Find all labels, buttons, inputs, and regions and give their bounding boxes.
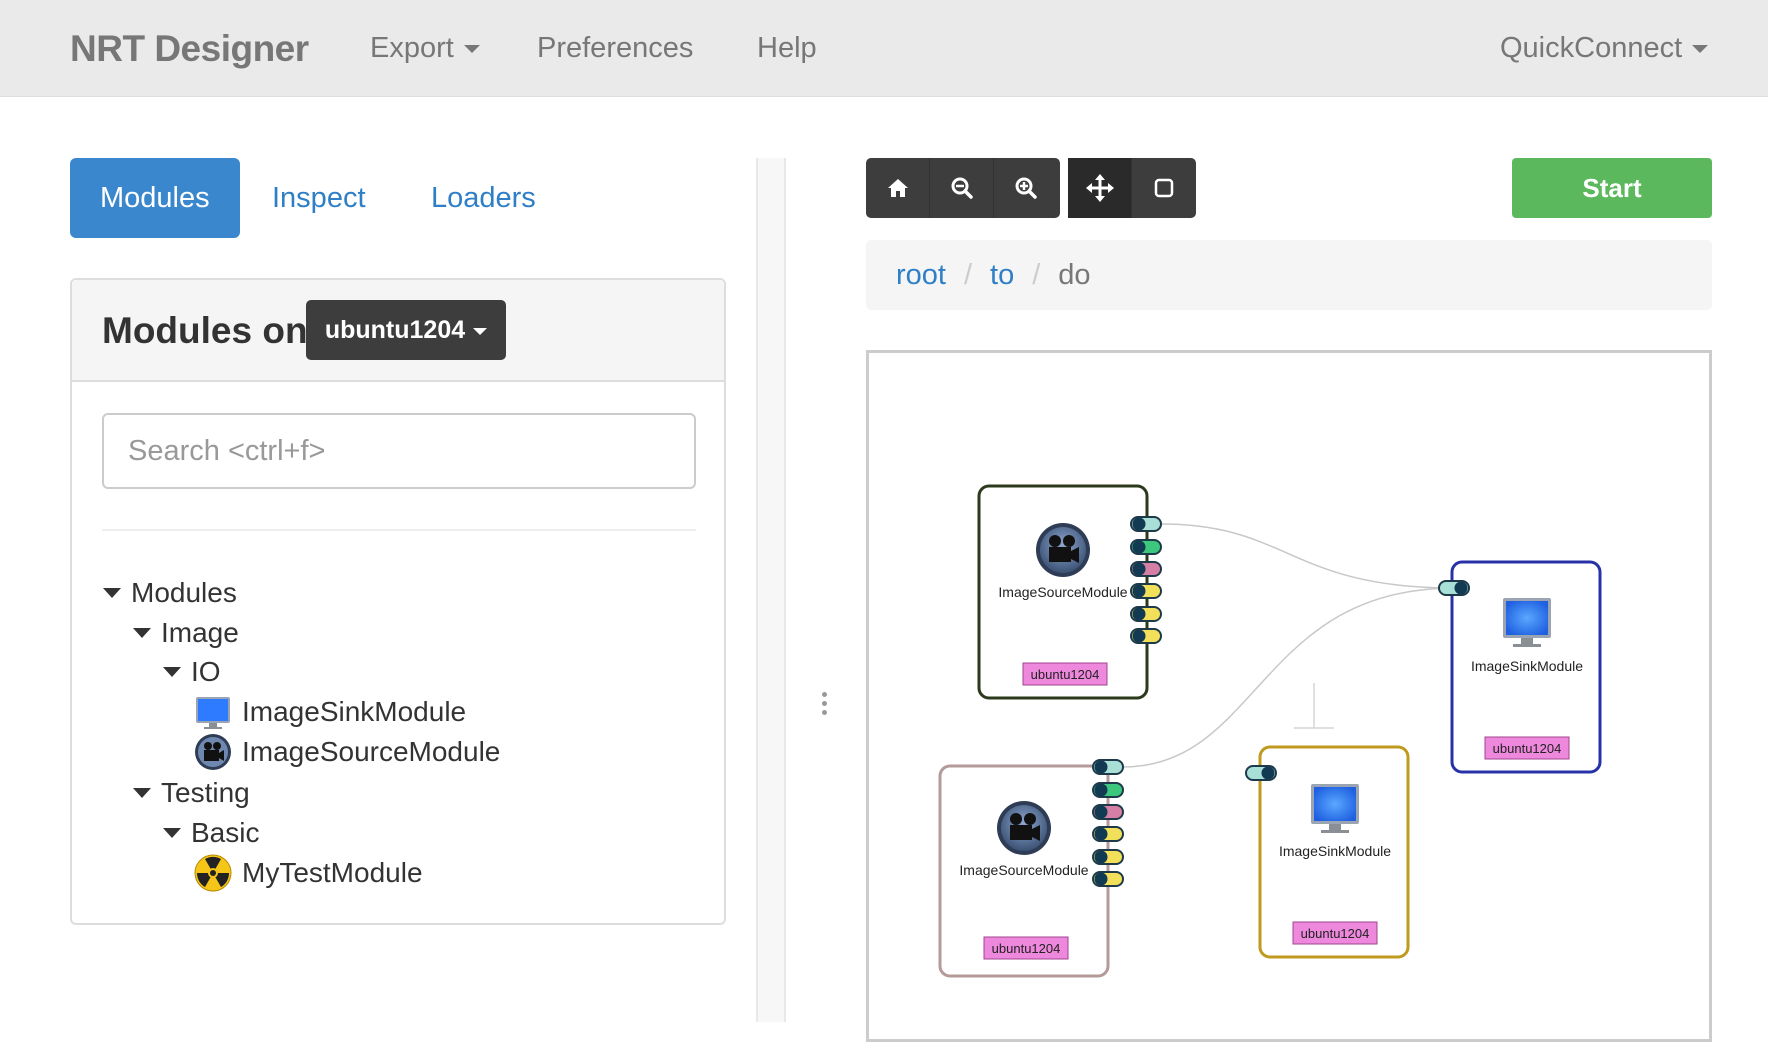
- move-icon: [1085, 174, 1114, 202]
- graph-node-image-source-2[interactable]: ImageSourceModule ubuntu1204: [938, 759, 1124, 978]
- chevron-down-icon: [1692, 45, 1709, 54]
- tab-modules[interactable]: Modules: [70, 158, 240, 238]
- graph-canvas[interactable]: ImageSourceModule ubuntu1204 ImageSource…: [866, 350, 1712, 1042]
- caret-down-icon[interactable]: [133, 628, 151, 638]
- move-mode-button[interactable]: [1068, 158, 1132, 218]
- tree-node-testing[interactable]: Testing: [133, 773, 250, 813]
- tree-label: Modules: [131, 577, 237, 608]
- caret-down-icon[interactable]: [133, 788, 151, 798]
- tree-node-modules[interactable]: Modules: [103, 573, 237, 613]
- tree-node-image[interactable]: Image: [133, 613, 239, 653]
- node-label: ImageSourceModule: [959, 862, 1088, 878]
- tree-leaf-my-test-module[interactable]: MyTestModule: [194, 853, 423, 893]
- node-label: ImageSinkModule: [1471, 658, 1583, 674]
- tree-label: Image: [161, 617, 239, 648]
- quickconnect-label: QuickConnect: [1500, 32, 1683, 64]
- breadcrumb-root-link[interactable]: root: [896, 259, 946, 292]
- tree-label: ImageSinkModule: [242, 696, 467, 727]
- export-label: Export: [370, 32, 454, 64]
- quickconnect-menu[interactable]: QuickConnect: [1500, 32, 1709, 65]
- help-link[interactable]: Help: [757, 32, 817, 65]
- vertical-splitter[interactable]: [756, 158, 786, 1022]
- breadcrumb: root / to / do: [866, 240, 1712, 310]
- modules-panel-heading: Modules on ubuntu1204: [72, 280, 724, 382]
- tree-node-io[interactable]: IO: [163, 652, 221, 692]
- connection-edge[interactable]: [1160, 523, 1455, 589]
- home-button[interactable]: [866, 158, 930, 218]
- caret-down-icon[interactable]: [103, 588, 121, 598]
- host-badge-label: ubuntu1204: [1301, 926, 1370, 941]
- navbar: NRT Designer Export Preferences Help Qui…: [0, 0, 1768, 97]
- home-icon: [887, 179, 908, 197]
- host-label: ubuntu1204: [324, 316, 466, 344]
- divider: [102, 529, 696, 531]
- preferences-link[interactable]: Preferences: [537, 32, 693, 65]
- zoom-out-icon: [951, 177, 973, 199]
- view-toolbar: [866, 158, 1060, 218]
- graph-svg: ImageSourceModule ubuntu1204 ImageSource…: [938, 484, 1602, 978]
- brand-title[interactable]: NRT Designer: [70, 28, 309, 70]
- zoom-in-button[interactable]: [994, 158, 1058, 218]
- modules-panel: Modules on ubuntu1204 Modules Image IO I…: [70, 278, 726, 925]
- zoom-in-icon: [1015, 177, 1037, 199]
- tree-leaf-image-source[interactable]: ImageSourceModule: [194, 732, 500, 772]
- mode-toolbar: [1068, 158, 1196, 218]
- tree-leaf-image-sink[interactable]: ImageSinkModule: [194, 692, 466, 732]
- tree-label: ImageSourceModule: [242, 736, 501, 767]
- node-label: ImageSinkModule: [1279, 843, 1391, 859]
- tree-label: IO: [191, 656, 221, 687]
- tree-node-basic[interactable]: Basic: [163, 813, 259, 853]
- host-badge-label: ubuntu1204: [1493, 741, 1562, 756]
- breadcrumb-current: do: [1058, 258, 1091, 291]
- input-port[interactable]: [1245, 765, 1277, 781]
- splitter-handle-icon[interactable]: [822, 692, 828, 719]
- export-menu[interactable]: Export: [370, 32, 480, 65]
- graph-node-image-source-1[interactable]: ImageSourceModule ubuntu1204: [977, 484, 1162, 700]
- caret-down-icon[interactable]: [163, 828, 181, 838]
- select-mode-button[interactable]: [1132, 158, 1196, 218]
- connection-edge[interactable]: [1122, 587, 1455, 768]
- camera-icon: [997, 801, 1051, 855]
- camera-icon: [195, 734, 231, 770]
- tree-label: MyTestModule: [242, 857, 423, 888]
- graph-node-image-sink-1[interactable]: ImageSinkModule ubuntu1204: [1438, 560, 1602, 774]
- breadcrumb-to-link[interactable]: to: [990, 259, 1014, 292]
- graph-node-image-sink-2[interactable]: ImageSinkModule ubuntu1204: [1245, 745, 1410, 959]
- chevron-down-icon: [463, 45, 480, 54]
- tree-label: Basic: [191, 817, 260, 848]
- breadcrumb-separator: /: [1032, 258, 1041, 291]
- caret-down-icon[interactable]: [163, 667, 181, 677]
- host-dropdown[interactable]: ubuntu1204: [306, 300, 506, 360]
- square-icon: [1154, 178, 1174, 198]
- tab-loaders[interactable]: Loaders: [401, 158, 566, 238]
- start-button[interactable]: Start: [1512, 158, 1712, 218]
- node-label: ImageSourceModule: [998, 584, 1127, 600]
- host-badge-label: ubuntu1204: [992, 941, 1061, 956]
- modules-panel-title: Modules on: [102, 310, 308, 351]
- radiation-icon: [194, 854, 232, 892]
- monitor-icon: [196, 697, 230, 729]
- camera-icon: [1036, 523, 1090, 577]
- search-input[interactable]: [102, 413, 696, 489]
- input-port[interactable]: [1438, 580, 1470, 596]
- breadcrumb-separator: /: [963, 258, 973, 291]
- tab-inspect[interactable]: Inspect: [242, 158, 396, 238]
- tree-label: Testing: [161, 777, 250, 808]
- host-badge-label: ubuntu1204: [1031, 667, 1100, 682]
- zoom-out-button[interactable]: [930, 158, 994, 218]
- chevron-down-icon: [473, 327, 488, 335]
